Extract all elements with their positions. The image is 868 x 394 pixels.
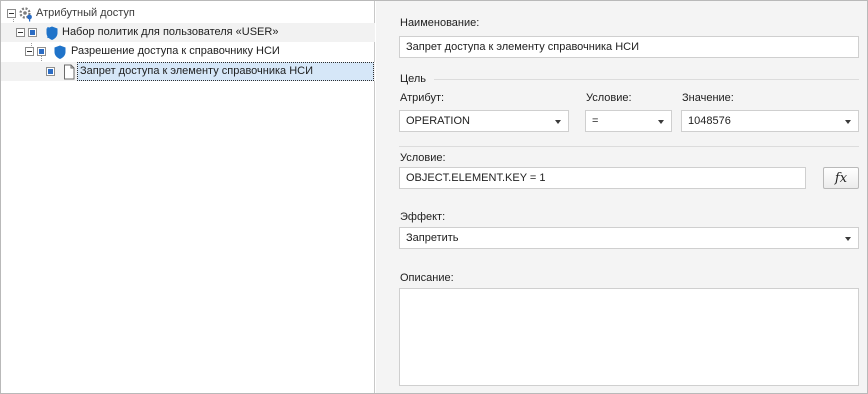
condition-input-value: OBJECT.ELEMENT.KEY = 1	[406, 172, 546, 184]
collapse-toggle[interactable]	[25, 47, 34, 56]
chevron-down-icon	[658, 120, 664, 124]
value-select[interactable]: 1048576	[681, 110, 859, 132]
chevron-down-icon	[845, 237, 851, 241]
condition-input[interactable]: OBJECT.ELEMENT.KEY = 1	[399, 167, 806, 189]
name-input[interactable]: Запрет доступа к элементу справочника НС…	[399, 36, 859, 58]
operator-select[interactable]: =	[585, 110, 672, 132]
collapse-toggle[interactable]	[7, 9, 16, 18]
value-label: Значение:	[682, 92, 734, 104]
document-icon	[61, 64, 77, 80]
description-text	[400, 289, 858, 297]
attribute-select-value: OPERATION	[406, 115, 470, 127]
function-icon: fx	[834, 170, 848, 186]
shield-icon	[52, 44, 68, 60]
checkbox[interactable]	[28, 28, 37, 37]
chevron-down-icon	[555, 120, 561, 124]
description-label: Описание:	[400, 272, 454, 284]
effect-label: Эффект:	[400, 211, 446, 223]
collapse-toggle[interactable]	[16, 28, 25, 37]
tree-label-policy: Разрешение доступа к справочнику НСИ	[71, 45, 280, 57]
window: Атрибутный доступ Набор политик для поль…	[0, 0, 868, 394]
operator-label: Условие:	[586, 92, 632, 104]
operator-select-value: =	[592, 115, 599, 127]
description-textarea[interactable]	[399, 288, 859, 386]
gear-key-icon	[18, 6, 34, 22]
tree-row-rule[interactable]: Запрет доступа к элементу справочника НС…	[1, 62, 375, 81]
name-input-value: Запрет доступа к элементу справочника НС…	[406, 41, 640, 53]
checkbox[interactable]	[37, 47, 46, 56]
chevron-down-icon	[845, 120, 851, 124]
checkbox[interactable]	[46, 67, 55, 76]
rule-properties-panel: Наименование: Запрет доступа к элементу …	[376, 1, 867, 393]
formula-button[interactable]: fx	[823, 167, 859, 189]
effect-select-value: Запретить	[406, 232, 459, 244]
tree-row-policy[interactable]: Разрешение доступа к справочнику НСИ	[1, 42, 375, 61]
section-divider	[399, 146, 859, 147]
condition-label: Условие:	[400, 152, 446, 164]
target-section-label: Цель	[400, 73, 427, 85]
tree-row-policy-set[interactable]: Набор политик для пользователя «USER»	[1, 23, 375, 42]
policy-tree-panel: Атрибутный доступ Набор политик для поль…	[1, 1, 375, 393]
shield-icon	[43, 25, 59, 41]
tree-label-root: Атрибутный доступ	[36, 7, 135, 19]
name-label: Наименование:	[400, 17, 480, 29]
attribute-select[interactable]: OPERATION	[399, 110, 569, 132]
tree-label-policy-set: Набор политик для пользователя «USER»	[62, 26, 279, 38]
value-select-value: 1048576	[688, 115, 731, 127]
tree-label-rule: Запрет доступа к элементу справочника НС…	[80, 65, 314, 77]
effect-select[interactable]: Запретить	[399, 227, 859, 249]
attribute-label: Атрибут:	[400, 92, 445, 104]
tree-row-root[interactable]: Атрибутный доступ	[1, 4, 375, 23]
section-divider	[434, 79, 859, 80]
